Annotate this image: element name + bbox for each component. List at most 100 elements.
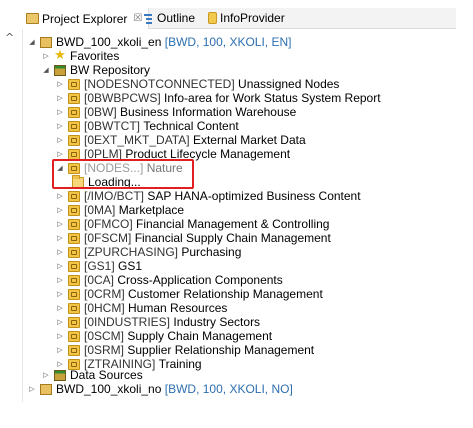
infoarea-tech-name: [0BWTCT] bbox=[84, 119, 140, 133]
tab-infoprovider[interactable]: InfoProvider bbox=[208, 8, 285, 28]
expand-toggle-icon[interactable]: ▷ bbox=[55, 301, 65, 315]
infoarea-tech-name: [0FMCO] bbox=[84, 217, 133, 231]
tree-item-infoarea[interactable]: ▷ [0CA] Cross-Application Components bbox=[55, 273, 282, 287]
tree-item-infoarea[interactable]: ▷ [0EXT_MKT_DATA] External Market Data bbox=[55, 133, 306, 147]
tree-item-project-2[interactable]: ▷ BWD_100_xkoli_no [BWD, 100, XKOLI, NO] bbox=[27, 382, 293, 396]
close-icon[interactable]: ☒ bbox=[133, 13, 142, 24]
tree-item-infoarea[interactable]: ▷ [0CRM] Customer Relationship Management bbox=[55, 287, 322, 301]
expand-toggle-icon[interactable]: ▷ bbox=[55, 231, 65, 245]
collapse-icon[interactable]: ^ bbox=[5, 31, 14, 44]
tree-item-infoarea[interactable]: ▷ [0BWBPCWS] Info-area for Work Status Sy… bbox=[55, 91, 381, 105]
data-sources-label: Data Sources bbox=[70, 368, 143, 382]
infoarea-tech-name: [0CRM] bbox=[84, 287, 125, 301]
expand-toggle-icon[interactable]: ▷ bbox=[55, 273, 65, 287]
infoarea-icon bbox=[68, 78, 80, 90]
project-name: BWD_100_xkoli_en bbox=[56, 35, 162, 49]
tree-item-infoarea[interactable]: ▷ [0MA] Marketplace bbox=[55, 203, 184, 217]
expand-toggle-icon[interactable]: ▷ bbox=[55, 105, 65, 119]
infoarea-description: SAP HANA-optimized Business Content bbox=[147, 189, 361, 203]
infoarea-description: Info-area for Work Status System Report bbox=[164, 91, 381, 105]
tree-item-data-sources[interactable]: ▷ Data Sources bbox=[41, 368, 143, 382]
star-icon: ★ bbox=[54, 48, 66, 63]
infoarea-description: Training bbox=[158, 357, 202, 371]
expand-toggle-icon[interactable]: ▷ bbox=[55, 91, 65, 105]
infoarea-tech-name: [NODESNOTCONNECTED] bbox=[84, 77, 235, 91]
tree-item-favorites[interactable]: ▷ ★ Favorites bbox=[41, 49, 119, 63]
tree-item-infoarea[interactable]: ▷ [/IMO/BCT] SAP HANA-optimized Business … bbox=[55, 189, 361, 203]
infoprovider-icon bbox=[208, 12, 217, 24]
highlight-box bbox=[52, 159, 194, 189]
tab-outline[interactable]: Outline bbox=[142, 8, 195, 28]
infoarea-description: Unassigned Nodes bbox=[238, 77, 340, 91]
expand-toggle-icon[interactable]: ◢ bbox=[41, 63, 51, 77]
infoarea-icon bbox=[68, 148, 80, 160]
infoarea-icon bbox=[68, 92, 80, 104]
infoarea-tech-name: [0HCM] bbox=[84, 301, 125, 315]
infoarea-tech-name: [ZPURCHASING] bbox=[84, 245, 179, 259]
infoarea-description: Purchasing bbox=[181, 245, 242, 259]
infoarea-icon bbox=[68, 204, 80, 216]
expand-toggle-icon[interactable]: ◢ bbox=[27, 35, 37, 49]
expand-toggle-icon[interactable]: ▷ bbox=[41, 368, 51, 382]
tab-project-explorer[interactable]: Project Explorer ☒ bbox=[22, 8, 150, 29]
infoarea-description: Financial Supply Chain Management bbox=[134, 231, 331, 245]
infoarea-icon bbox=[68, 106, 80, 118]
infoarea-description: GS1 bbox=[118, 259, 143, 273]
expand-toggle-icon[interactable]: ▷ bbox=[55, 77, 65, 91]
infoarea-icon bbox=[68, 246, 80, 258]
expand-toggle-icon[interactable]: ▷ bbox=[55, 245, 65, 259]
tree-item-project[interactable]: ◢ BWD_100_xkoli_en [BWD, 100, XKOLI, EN] bbox=[27, 35, 291, 49]
tree-item-infoarea[interactable]: ▷ [0FSCM] Financial Supply Chain Manageme… bbox=[55, 231, 331, 245]
infoarea-tech-name: [0BW] bbox=[84, 105, 117, 119]
expand-toggle-icon[interactable]: ▷ bbox=[27, 382, 37, 396]
expand-toggle-icon[interactable]: ▷ bbox=[55, 287, 65, 301]
expand-toggle-icon[interactable]: ▷ bbox=[55, 133, 65, 147]
tree-item-infoarea[interactable]: ▷ [0SRM] Supplier Relationship Management bbox=[55, 343, 314, 357]
expand-toggle-icon[interactable]: ▷ bbox=[55, 343, 65, 357]
datasources-icon bbox=[54, 369, 66, 381]
left-gutter: ^ bbox=[0, 0, 22, 428]
project-name: BWD_100_xkoli_no bbox=[56, 382, 162, 396]
infoarea-icon bbox=[68, 134, 80, 146]
infoarea-icon bbox=[68, 316, 80, 328]
tree-item-infoarea[interactable]: ▷ [0BWTCT] Technical Content bbox=[55, 119, 239, 133]
infoarea-description: Technical Content bbox=[143, 119, 239, 133]
favorites-label: Favorites bbox=[70, 49, 120, 63]
expand-toggle-icon[interactable]: ▷ bbox=[55, 119, 65, 133]
tab-label: Project Explorer bbox=[42, 11, 128, 26]
expand-toggle-icon[interactable]: ▷ bbox=[55, 329, 65, 343]
infoarea-tech-name: [0INDUSTRIES] bbox=[84, 315, 171, 329]
infoarea-description: Business Information Warehouse bbox=[120, 105, 297, 119]
infoarea-description: Financial Management & Controlling bbox=[136, 217, 330, 231]
tab-label: InfoProvider bbox=[220, 11, 285, 25]
expand-toggle-icon[interactable]: ▷ bbox=[55, 217, 65, 231]
infoarea-description: Industry Sectors bbox=[173, 315, 261, 329]
infoarea-tech-name: [0CA] bbox=[84, 273, 115, 287]
tree-item-infoarea[interactable]: ▷ [0SCM] Supply Chain Management bbox=[55, 329, 272, 343]
project-explorer-icon bbox=[26, 13, 39, 24]
expand-toggle-icon[interactable]: ▷ bbox=[41, 49, 51, 63]
repository-icon bbox=[54, 64, 66, 76]
tree-item-infoarea[interactable]: ▷ [0HCM] Human Resources bbox=[55, 301, 227, 315]
infoarea-tech-name: [/IMO/BCT] bbox=[84, 189, 144, 203]
repository-label: BW Repository bbox=[70, 63, 151, 77]
infoarea-tech-name: [GS1] bbox=[84, 259, 115, 273]
tab-label: Outline bbox=[157, 11, 196, 25]
tree-item-infoarea[interactable]: ▷ [0BW] Business Information Warehouse bbox=[55, 105, 296, 119]
expand-toggle-icon[interactable]: ▷ bbox=[55, 189, 65, 203]
infoarea-description: External Market Data bbox=[192, 133, 306, 147]
tree-item-infoarea[interactable]: ▷ [ZPURCHASING] Purchasing bbox=[55, 245, 241, 259]
infoarea-tech-name: [0SRM] bbox=[84, 343, 125, 357]
infoarea-icon bbox=[68, 218, 80, 230]
expand-toggle-icon[interactable]: ▷ bbox=[55, 203, 65, 217]
infoarea-tech-name: [0MA] bbox=[84, 203, 116, 217]
infoarea-icon bbox=[68, 344, 80, 356]
tree-item-bw-repository[interactable]: ◢ BW Repository bbox=[41, 63, 150, 77]
tree-item-infoarea[interactable]: ▷ [GS1] GS1 bbox=[55, 259, 142, 273]
tree-item-infoarea[interactable]: ▷ [0FMCO] Financial Management & Controll… bbox=[55, 217, 329, 231]
tree-item-infoarea[interactable]: ▷ [0INDUSTRIES] Industry Sectors bbox=[55, 315, 260, 329]
tree-item-infoarea[interactable]: ▷ [NODESNOTCONNECTED] Unassigned Nodes bbox=[55, 77, 339, 91]
expand-toggle-icon[interactable]: ▷ bbox=[55, 259, 65, 273]
infoarea-icon bbox=[68, 190, 80, 202]
expand-toggle-icon[interactable]: ▷ bbox=[55, 315, 65, 329]
